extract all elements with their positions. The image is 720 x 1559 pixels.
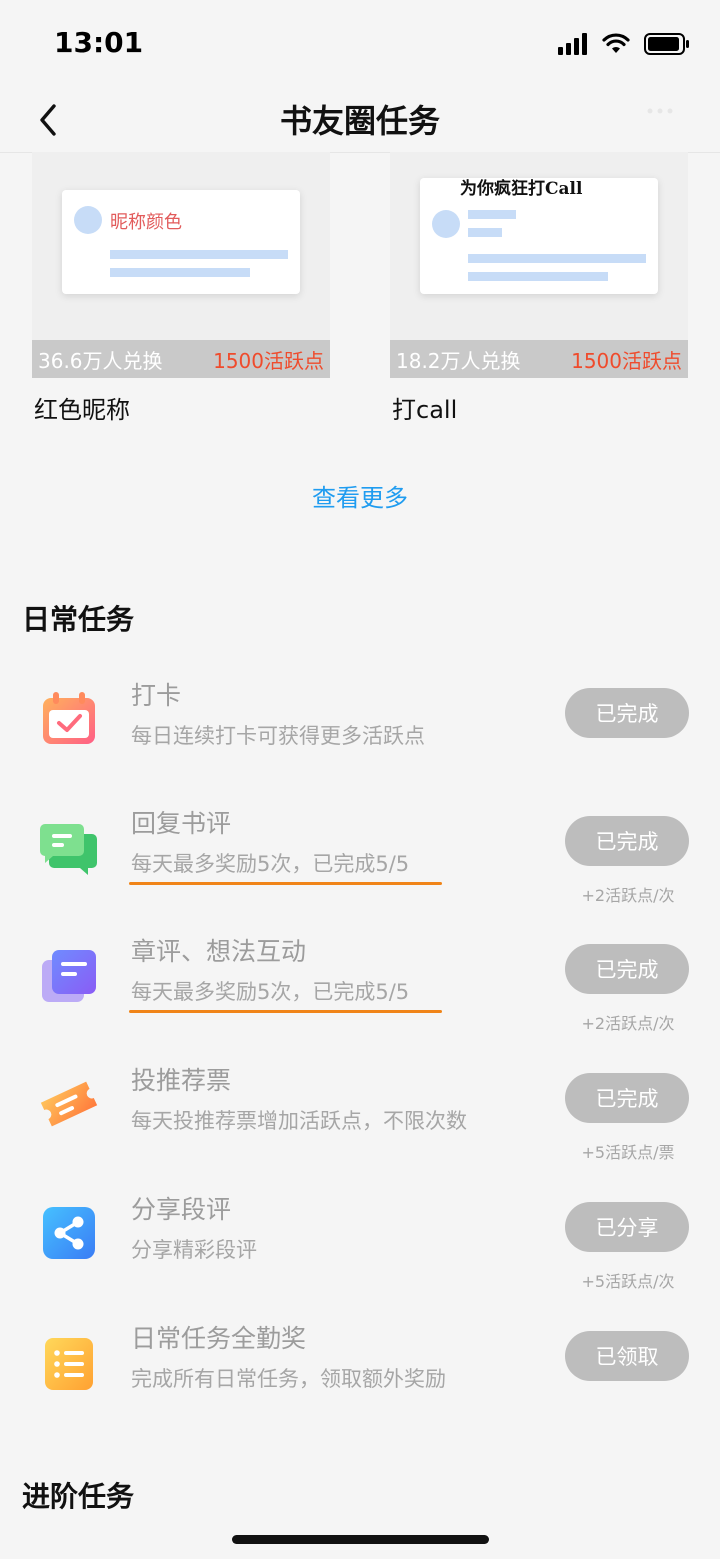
reward-item-red-nickname[interactable]: 昵称颜色 36.6万人兑换 1500活跃点 红色昵称 bbox=[32, 152, 330, 424]
task-reward: +2活跃点/次 bbox=[581, 886, 675, 905]
task-name: 章评、想法互动 bbox=[131, 937, 307, 966]
avatar bbox=[74, 206, 102, 234]
task-description: 每日连续打卡可获得更多活跃点 bbox=[131, 724, 425, 748]
task-description: 完成所有日常任务，领取额外奖励 bbox=[131, 1367, 446, 1391]
task-reward: +2活跃点/次 bbox=[581, 1014, 675, 1033]
task-status-button[interactable]: 已分享 bbox=[565, 1202, 689, 1252]
progress-underline bbox=[129, 1010, 442, 1013]
cellular-signal-icon bbox=[558, 33, 587, 55]
task-name: 回复书评 bbox=[131, 809, 232, 838]
task-row-checkin: 打卡 每日连续打卡可获得更多活跃点 已完成 bbox=[0, 672, 720, 800]
task-description: 每天最多奖励5次，已完成5/5 bbox=[131, 852, 410, 876]
reward-name: 红色昵称 bbox=[34, 396, 130, 424]
task-name: 投推荐票 bbox=[131, 1066, 232, 1095]
task-status-button[interactable]: 已领取 bbox=[565, 1331, 689, 1381]
call-banner-text: 为你疯狂打Call bbox=[460, 179, 583, 199]
view-more-link[interactable]: 查看更多 bbox=[0, 478, 720, 513]
chat-bubbles-icon bbox=[40, 824, 97, 875]
task-status-button[interactable]: 已完成 bbox=[565, 944, 689, 994]
task-status-button[interactable]: 已完成 bbox=[565, 1073, 689, 1123]
reward-name: 打call bbox=[392, 396, 458, 424]
preview-nickname: 昵称颜色 bbox=[110, 212, 182, 233]
battery-icon bbox=[644, 33, 689, 55]
task-description: 每天投推荐票增加活跃点，不限次数 bbox=[131, 1109, 467, 1133]
status-time: 13:01 bbox=[54, 26, 144, 59]
exchange-count: 18.2万人兑换 bbox=[396, 348, 521, 373]
list-icon bbox=[45, 1338, 93, 1390]
reward-meta: 36.6万人兑换 1500活跃点 bbox=[32, 340, 330, 378]
page-title: 书友圈任务 bbox=[279, 102, 440, 140]
task-row-full-attendance: 日常任务全勤奖 完成所有日常任务，领取额外奖励 已领取 bbox=[0, 1315, 720, 1443]
task-name: 分享段评 bbox=[131, 1195, 232, 1224]
calendar-check-icon bbox=[43, 692, 95, 744]
home-indicator[interactable] bbox=[232, 1535, 489, 1544]
task-row-chapter-interaction: 章评、想法互动 每天最多奖励5次，已完成5/5 已完成 +2活跃点/次 bbox=[0, 928, 720, 1056]
task-description: 每天最多奖励5次，已完成5/5 bbox=[131, 980, 410, 1004]
more-icon[interactable] bbox=[646, 104, 674, 118]
progress-underline bbox=[129, 882, 442, 885]
status-bar: 13:01 bbox=[0, 0, 720, 88]
task-reward: +5活跃点/次 bbox=[581, 1272, 675, 1291]
reward-thumbnail: 为你疯狂打Call 18.2万人兑换 1500活跃点 bbox=[390, 152, 688, 378]
task-name: 打卡 bbox=[131, 681, 182, 710]
reward-item-call[interactable]: 为你疯狂打Call 18.2万人兑换 1500活跃点 打call bbox=[390, 152, 688, 424]
avatar bbox=[432, 210, 460, 238]
task-name: 日常任务全勤奖 bbox=[131, 1324, 307, 1353]
task-description: 分享精彩段评 bbox=[131, 1238, 257, 1262]
reward-meta: 18.2万人兑换 1500活跃点 bbox=[390, 340, 688, 378]
task-status-button[interactable]: 已完成 bbox=[565, 688, 689, 738]
nickname-preview-card: 昵称颜色 bbox=[62, 190, 300, 294]
ticket-icon bbox=[40, 1081, 98, 1127]
task-reward: +5活跃点/票 bbox=[581, 1143, 675, 1162]
task-row-reply-review: 回复书评 每天最多奖励5次，已完成5/5 已完成 +2活跃点/次 bbox=[0, 800, 720, 928]
reward-price: 1500活跃点 bbox=[571, 348, 682, 373]
nav-bar: 书友圈任务 bbox=[0, 88, 720, 153]
document-icon bbox=[42, 950, 96, 1002]
task-row-recommend-ticket: 投推荐票 每天投推荐票增加活跃点，不限次数 已完成 +5活跃点/票 bbox=[0, 1057, 720, 1185]
reward-thumbnail: 昵称颜色 36.6万人兑换 1500活跃点 bbox=[32, 152, 330, 378]
wifi-icon bbox=[602, 33, 630, 53]
share-icon bbox=[43, 1207, 95, 1259]
reward-price: 1500活跃点 bbox=[213, 348, 324, 373]
advanced-tasks-title: 进阶任务 bbox=[22, 1480, 135, 1513]
daily-tasks-title: 日常任务 bbox=[22, 603, 135, 636]
exchange-count: 36.6万人兑换 bbox=[38, 348, 163, 373]
task-row-share-review: 分享段评 分享精彩段评 已分享 +5活跃点/次 bbox=[0, 1186, 720, 1314]
task-status-button[interactable]: 已完成 bbox=[565, 816, 689, 866]
